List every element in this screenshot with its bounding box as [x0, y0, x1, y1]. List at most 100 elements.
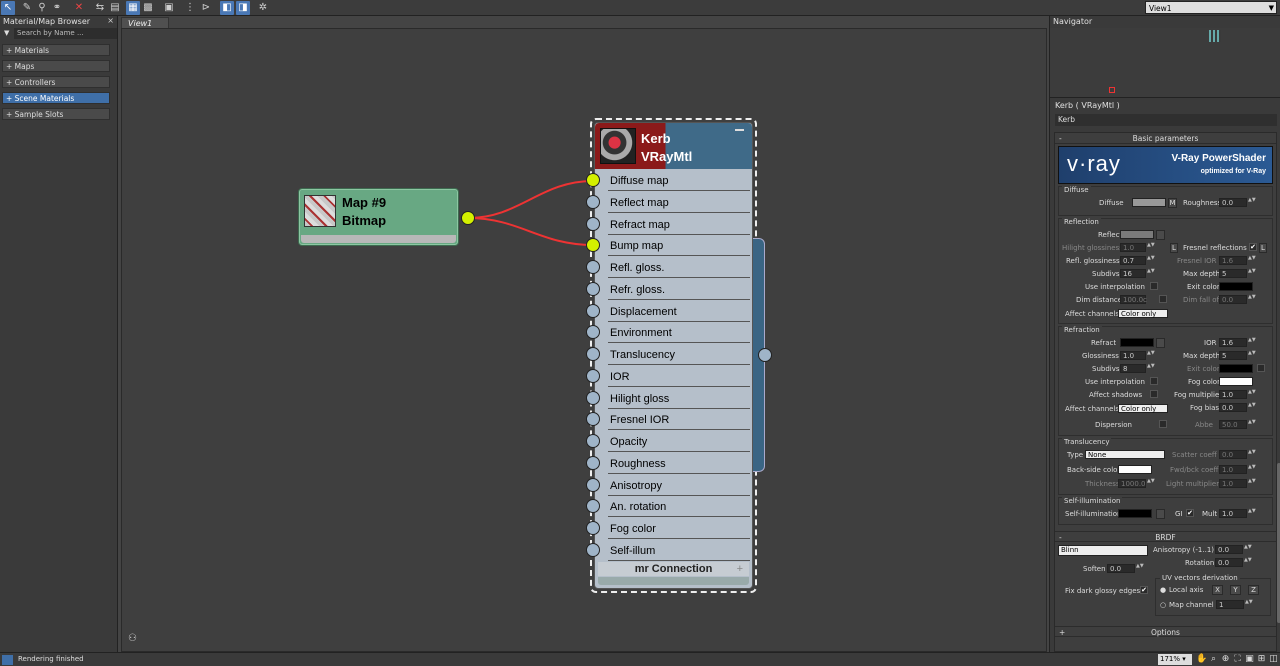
refl-max-depth-spinner[interactable]: ▲▼: [1248, 269, 1256, 278]
axis-z-button[interactable]: Z: [1248, 585, 1259, 595]
dim-distance-checkbox[interactable]: [1159, 295, 1167, 303]
rotation-spinner[interactable]: ▲▼: [1244, 558, 1252, 567]
slot-input-socket[interactable]: [586, 477, 600, 492]
maximize-icon[interactable]: ◫: [1268, 654, 1279, 665]
zoom-extents-icon[interactable]: ⛶: [1232, 654, 1243, 665]
rotation-field[interactable]: 0.0: [1215, 558, 1243, 567]
vraymtl-node[interactable]: Kerb VRayMtl Diffuse map Reflect map Refra…: [590, 118, 757, 593]
refract-color-swatch[interactable]: [1120, 338, 1154, 347]
slot-bump-map[interactable]: Bump map: [608, 236, 750, 257]
slot-anisotropy[interactable]: Anisotropy: [608, 476, 750, 496]
map-channel-spinner[interactable]: ▲▼: [1245, 600, 1253, 609]
refr-exit-color-checkbox[interactable]: [1257, 364, 1265, 372]
dispersion-checkbox[interactable]: [1159, 420, 1167, 428]
fog-multiplier-spinner[interactable]: ▲▼: [1248, 390, 1256, 399]
zoom-dropdown[interactable]: 171% ▾: [1158, 654, 1192, 665]
mr-connection-rollout[interactable]: mr Connection +: [598, 562, 749, 576]
navigator-viewport-rect[interactable]: [1109, 87, 1115, 93]
slot-input-socket[interactable]: [586, 303, 600, 318]
roughness-field[interactable]: 0.0: [1219, 198, 1247, 207]
slot-input-socket[interactable]: [586, 390, 600, 405]
self-illumination-mult-field[interactable]: 1.0: [1219, 509, 1247, 518]
refl-use-interpolation-checkbox[interactable]: [1150, 282, 1158, 290]
self-illumination-mult-spinner[interactable]: ▲▼: [1248, 509, 1256, 518]
soften-spinner[interactable]: ▲▼: [1136, 564, 1144, 573]
reflect-color-swatch[interactable]: [1120, 230, 1154, 239]
slot-refract-map[interactable]: Refract map: [608, 215, 750, 235]
thickness-field[interactable]: 1000.0: [1118, 479, 1146, 488]
refr-subdivs-field[interactable]: 8: [1120, 364, 1146, 373]
slot-input-socket[interactable]: [586, 260, 600, 274]
options-expand-icon[interactable]: +: [1059, 627, 1065, 638]
slot-hilight-gloss[interactable]: Hilight gloss: [608, 389, 750, 409]
anisotropy-spinner[interactable]: ▲▼: [1244, 545, 1252, 554]
dim-falloff-spinner[interactable]: ▲▼: [1248, 295, 1256, 304]
roughness-spinner[interactable]: ▲▼: [1248, 198, 1256, 207]
refr-affect-channels-dropdown[interactable]: Color only: [1118, 404, 1168, 413]
zoom-extents-selected-icon[interactable]: ▣: [1244, 654, 1255, 665]
slot-self-illum[interactable]: Self-illum: [608, 541, 750, 561]
fog-bias-field[interactable]: 0.0: [1219, 403, 1247, 412]
fix-dark-glossy-edges-checkbox[interactable]: ✔: [1140, 586, 1148, 594]
hilight-lock-button[interactable]: L: [1170, 243, 1178, 253]
slot-translucency[interactable]: Translucency: [608, 345, 750, 365]
abbe-field[interactable]: 50.0: [1219, 420, 1247, 429]
ior-field[interactable]: 1.6: [1219, 338, 1247, 347]
self-illumination-color-swatch[interactable]: [1118, 509, 1152, 518]
axis-x-button[interactable]: X: [1212, 585, 1223, 595]
axis-y-button[interactable]: Y: [1230, 585, 1241, 595]
material-name-field[interactable]: Kerb: [1055, 114, 1277, 126]
dim-distance-field[interactable]: 100.0c: [1120, 295, 1147, 304]
scatter-coeff-field[interactable]: 0.0: [1219, 450, 1247, 459]
brdf-rollout[interactable]: - BRDF: [1055, 531, 1276, 542]
slot-input-socket[interactable]: [586, 455, 600, 470]
refr-max-depth-field[interactable]: 5: [1219, 351, 1247, 360]
slot-reflect-map[interactable]: Reflect map: [608, 193, 750, 213]
refr-max-depth-spinner[interactable]: ▲▼: [1248, 351, 1256, 360]
slot-input-socket[interactable]: [586, 521, 600, 535]
self-illumination-map-button[interactable]: [1156, 509, 1165, 519]
zoom-region-icon[interactable]: ⊕: [1220, 654, 1231, 665]
refr-glossiness-field[interactable]: 1.0: [1120, 351, 1146, 360]
slot-fresnel-ior[interactable]: Fresnel IOR: [608, 410, 750, 431]
refl-glossiness-spinner[interactable]: ▲▼: [1147, 256, 1155, 265]
affect-shadows-checkbox[interactable]: [1150, 390, 1158, 398]
reflect-map-button[interactable]: [1156, 230, 1165, 240]
fresnel-ior-field[interactable]: 1.6: [1219, 256, 1247, 265]
fresnel-lock-button[interactable]: L: [1259, 243, 1267, 253]
map-channel-radio[interactable]: ○: [1160, 601, 1166, 609]
bitmap-output-socket[interactable]: [461, 211, 475, 225]
gi-checkbox[interactable]: ✔: [1186, 509, 1194, 517]
slot-input-socket[interactable]: [586, 216, 600, 231]
refl-affect-channels-dropdown[interactable]: Color only: [1118, 309, 1168, 318]
fog-bias-spinner[interactable]: ▲▼: [1248, 403, 1256, 412]
light-multiplier-field[interactable]: 1.0: [1219, 479, 1247, 488]
hilight-glossiness-spinner[interactable]: ▲▼: [1147, 243, 1155, 252]
minimize-icon[interactable]: [735, 129, 744, 131]
local-axis-radio[interactable]: ●: [1160, 586, 1166, 594]
slot-displacement[interactable]: Displacement: [608, 302, 750, 322]
diffuse-map-button[interactable]: M: [1168, 198, 1177, 208]
thickness-spinner[interactable]: ▲▼: [1147, 479, 1155, 488]
fresnel-reflections-checkbox[interactable]: ✔: [1249, 243, 1257, 251]
refl-max-depth-field[interactable]: 5: [1219, 269, 1247, 278]
scatter-coeff-spinner[interactable]: ▲▼: [1248, 450, 1256, 459]
pan-to-selected-icon[interactable]: ⊞: [1256, 654, 1267, 665]
fog-color-swatch[interactable]: [1219, 377, 1253, 386]
slot-input-socket[interactable]: [586, 194, 600, 209]
slot-input-socket[interactable]: [586, 347, 600, 361]
refract-map-button[interactable]: [1156, 338, 1165, 348]
slot-input-socket[interactable]: [586, 281, 600, 296]
refr-glossiness-spinner[interactable]: ▲▼: [1147, 351, 1155, 360]
binoculars-icon[interactable]: ⚇: [128, 633, 137, 644]
slot-input-socket[interactable]: [586, 173, 600, 187]
translucency-type-dropdown[interactable]: None: [1085, 450, 1165, 459]
refl-subdivs-spinner[interactable]: ▲▼: [1147, 269, 1155, 278]
fwd-bck-coeff-spinner[interactable]: ▲▼: [1248, 465, 1256, 474]
back-side-color-swatch[interactable]: [1118, 465, 1152, 474]
slot-opacity[interactable]: Opacity: [608, 432, 750, 452]
hilight-glossiness-field[interactable]: 1.0: [1120, 243, 1146, 252]
abbe-spinner[interactable]: ▲▼: [1248, 420, 1256, 429]
slot-environment[interactable]: Environment: [608, 323, 750, 344]
basic-parameters-rollout[interactable]: - Basic parameters: [1055, 133, 1276, 144]
